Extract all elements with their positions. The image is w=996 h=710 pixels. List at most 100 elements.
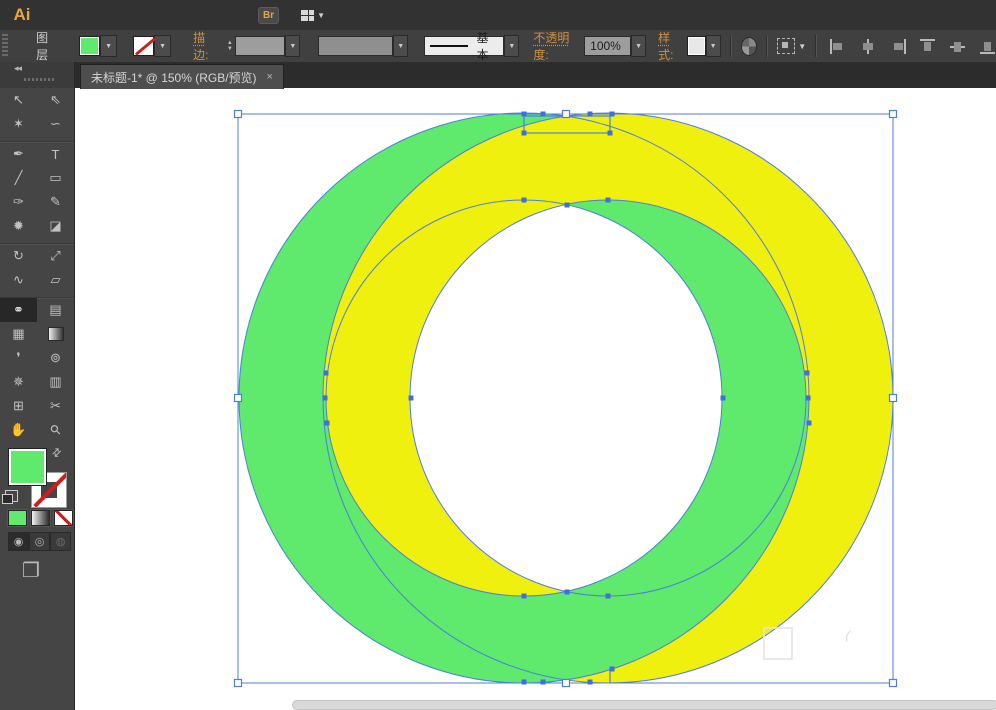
anchor-point[interactable] <box>610 667 615 672</box>
anchor-point[interactable] <box>541 680 546 685</box>
fill-indicator[interactable] <box>8 448 47 486</box>
selection-tool[interactable]: ↖ <box>0 88 37 112</box>
anchor-point[interactable] <box>610 112 615 117</box>
anchor-point[interactable] <box>807 421 812 426</box>
fill-color-control[interactable]: ▼ <box>79 35 117 57</box>
opacity-field[interactable]: 100% <box>584 36 631 56</box>
anchor-point[interactable] <box>324 371 329 376</box>
blob-brush-tool[interactable]: ✹ <box>0 214 37 238</box>
anchor-point[interactable] <box>606 594 611 599</box>
swap-fill-stroke-icon[interactable]: ⇄ <box>49 445 65 461</box>
anchor-point[interactable] <box>721 396 726 401</box>
type-tool[interactable]: T <box>37 142 74 166</box>
anchor-point[interactable] <box>565 590 570 595</box>
eraser-tool[interactable]: ◪ <box>37 214 74 238</box>
anchor-point[interactable] <box>606 198 611 203</box>
blend-tool[interactable]: ⊚ <box>37 346 74 370</box>
bounding-box-handle[interactable] <box>235 395 242 402</box>
bounding-box-handle[interactable] <box>563 680 570 687</box>
draw-behind-mode[interactable]: ◎ <box>29 532 50 551</box>
perspective-grid-tool[interactable]: ▤ <box>37 298 74 322</box>
zoom-tool[interactable]: ⚲ <box>37 418 74 442</box>
align-horizontal-left-button[interactable] <box>830 39 846 54</box>
fill-dropdown-button[interactable]: ▼ <box>100 35 117 57</box>
anchor-point[interactable] <box>522 594 527 599</box>
lasso-tool[interactable]: ∽ <box>37 112 74 136</box>
scale-tool[interactable]: ⤢ <box>37 244 74 268</box>
line-segment-tool[interactable]: ╱ <box>0 166 37 190</box>
stroke-color-swatch[interactable] <box>133 36 154 56</box>
anchor-point[interactable] <box>608 131 613 136</box>
align-horizontal-center-button[interactable] <box>860 39 876 54</box>
menu-object[interactable] <box>88 0 110 30</box>
recolor-artwork-icon[interactable] <box>741 37 758 56</box>
paintbrush-tool[interactable]: ✑ <box>0 190 37 214</box>
stroke-weight-field[interactable] <box>235 36 285 56</box>
stroke-weight-dropdown[interactable]: ▼ <box>285 35 300 57</box>
width-tool[interactable]: ∿ <box>0 268 37 292</box>
bounding-box-handle[interactable] <box>890 680 897 687</box>
anchor-point[interactable] <box>522 198 527 203</box>
shape-builder-tool[interactable]: ⚭ <box>0 298 37 322</box>
menu-help[interactable] <box>220 0 242 30</box>
bounding-box-handle[interactable] <box>890 395 897 402</box>
align-vertical-bottom-button[interactable] <box>980 39 996 54</box>
artboard-tool[interactable]: ⊞ <box>0 394 37 418</box>
anchor-point[interactable] <box>588 680 593 685</box>
anchor-point[interactable] <box>522 112 527 117</box>
style-dropdown[interactable]: ▼ <box>706 35 721 57</box>
draw-inside-mode[interactable]: ◍ <box>50 532 71 551</box>
anchor-point[interactable] <box>806 396 811 401</box>
direct-selection-tool[interactable]: ⇖ <box>37 88 74 112</box>
menu-type[interactable] <box>110 0 132 30</box>
column-graph-tool[interactable]: ▥ <box>37 370 74 394</box>
menu-file[interactable] <box>44 0 66 30</box>
menu-edit[interactable] <box>66 0 88 30</box>
panel-grip[interactable] <box>24 78 54 81</box>
style-label[interactable]: 样式: <box>658 29 682 63</box>
bounding-box-handle[interactable] <box>890 111 897 118</box>
default-fill-stroke-icon[interactable] <box>5 490 18 502</box>
gradient-button[interactable] <box>31 510 50 526</box>
align-vertical-top-button[interactable] <box>920 39 936 54</box>
stepper-down-icon[interactable]: ▼ <box>227 46 233 52</box>
brush-dropdown[interactable]: ▼ <box>504 35 519 57</box>
bounding-box-handle[interactable] <box>235 111 242 118</box>
anchor-point[interactable] <box>805 371 810 376</box>
anchor-point[interactable] <box>541 112 546 117</box>
document-tab[interactable]: 未标题-1* @ 150% (RGB/预览) × <box>80 64 284 89</box>
mesh-tool[interactable]: ▦ <box>0 322 37 346</box>
menu-view[interactable] <box>176 0 198 30</box>
brush-definition-field[interactable]: 基本 <box>424 36 504 56</box>
width-profile-dropdown[interactable]: ▼ <box>393 35 408 57</box>
eyedropper-tool[interactable]: ❜ <box>0 346 37 370</box>
menu-window[interactable] <box>198 0 220 30</box>
pen-tool[interactable]: ✒ <box>0 142 37 166</box>
free-transform-tool[interactable]: ▱ <box>37 268 74 292</box>
stroke-dropdown-button[interactable]: ▼ <box>154 35 171 57</box>
slice-tool[interactable]: ✂ <box>37 394 74 418</box>
menu-effect[interactable] <box>154 0 176 30</box>
screen-mode-button[interactable]: ❐ <box>22 558 40 583</box>
opacity-dropdown[interactable]: ▼ <box>631 35 646 57</box>
symbol-sprayer-tool[interactable]: ✵ <box>0 370 37 394</box>
gradient-tool[interactable] <box>37 322 74 346</box>
bridge-button[interactable]: Br <box>258 7 279 24</box>
fill-color-swatch[interactable] <box>79 36 100 56</box>
bounding-box-handle[interactable] <box>235 680 242 687</box>
panel-grip[interactable] <box>2 34 8 58</box>
stroke-weight-stepper[interactable]: ▲ ▼ <box>227 40 233 52</box>
anchor-point[interactable] <box>522 680 527 685</box>
artboard-canvas[interactable] <box>74 88 996 710</box>
anchor-point[interactable] <box>565 203 570 208</box>
width-profile-field[interactable] <box>318 36 393 56</box>
pencil-tool[interactable]: ✎ <box>37 190 74 214</box>
magic-wand-tool[interactable]: ✶ <box>0 112 37 136</box>
rotate-tool[interactable]: ↻ <box>0 244 37 268</box>
bounding-box-handle[interactable] <box>563 111 570 118</box>
artwork[interactable] <box>0 0 996 710</box>
draw-normal-mode[interactable]: ◉ <box>8 532 29 551</box>
hand-tool[interactable]: ✋ <box>0 418 37 442</box>
workspace-switcher[interactable]: ▼ <box>301 10 325 21</box>
color-button[interactable] <box>8 510 27 526</box>
